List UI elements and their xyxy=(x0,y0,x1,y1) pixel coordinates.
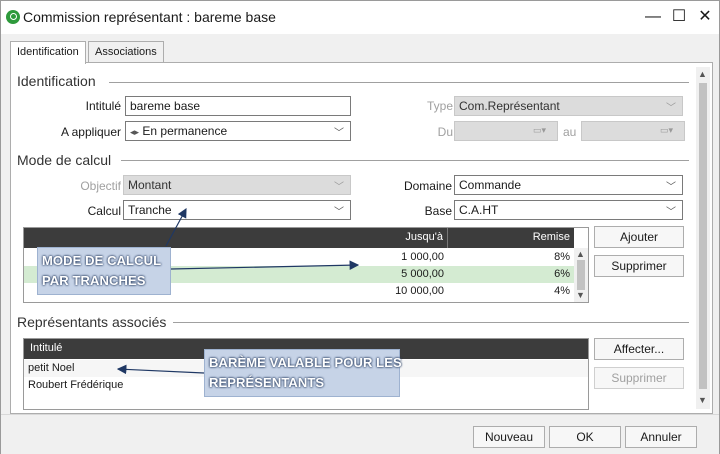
appliquer-label: A appliquer xyxy=(60,125,121,139)
callout-text-line: BARÈME VALABLE POUR LES xyxy=(209,355,402,370)
chevron-down-icon: ﹀ xyxy=(666,103,676,114)
type-value: Com.Représentant xyxy=(459,99,560,113)
minimize-icon[interactable]: — xyxy=(641,5,665,29)
remise-cell: 8% xyxy=(554,251,570,263)
base-value: C.A.HT xyxy=(459,203,499,217)
objectif-value: Montant xyxy=(128,178,172,192)
callout-bareme: BARÈME VALABLE POUR LES REPRÉSENTANTS xyxy=(204,349,402,397)
scroll-up-icon[interactable]: ▲ xyxy=(576,249,585,259)
type-label: Type xyxy=(426,99,453,113)
appliquer-select[interactable]: ◂▸ En permanence ﹀ xyxy=(125,121,351,141)
section-title-mode-calcul: Mode de calcul xyxy=(17,152,112,168)
domaine-select[interactable]: Commande ﹀ xyxy=(454,175,683,195)
tab-identification[interactable]: Identification xyxy=(10,41,86,64)
grid-header: Jusqu'à Remise xyxy=(24,228,574,248)
section-divider xyxy=(121,160,689,161)
au-label: au xyxy=(563,125,577,139)
column-header-jusqua[interactable]: Jusqu'à xyxy=(24,228,448,248)
section-divider xyxy=(109,82,689,83)
intitule-input[interactable]: bareme base xyxy=(125,96,351,116)
objectif-label: Objectif xyxy=(80,179,121,193)
nouveau-button[interactable]: Nouveau xyxy=(473,426,545,448)
scroll-down-icon[interactable]: ▼ xyxy=(698,395,707,405)
callout-text-line: MODE DE CALCUL xyxy=(42,253,162,268)
dialog-footer: Nouveau OK Annuler xyxy=(1,414,719,454)
objectif-select[interactable]: Montant ﹀ xyxy=(123,175,351,195)
column-header-remise[interactable]: Remise xyxy=(448,228,574,248)
app-icon xyxy=(6,10,20,24)
annuler-button[interactable]: Annuler xyxy=(625,426,697,448)
scroll-down-icon[interactable]: ▼ xyxy=(576,290,585,300)
scrollbar-thumb[interactable] xyxy=(699,83,707,389)
affecter-button[interactable]: Affecter... xyxy=(594,338,684,360)
panel-scrollbar[interactable]: ▲ ▼ xyxy=(696,67,710,409)
callout-text-line: REPRÉSENTANTS xyxy=(209,375,325,390)
chevron-down-icon: ﹀ xyxy=(666,182,676,193)
title-bar: Commission représentant : bareme base — … xyxy=(1,1,719,34)
calcul-select[interactable]: Tranche ﹀ xyxy=(123,200,351,220)
calendar-dropdown-icon[interactable]: ▭▾ xyxy=(660,125,678,137)
chevron-down-icon: ﹀ xyxy=(334,182,344,193)
remise-cell: 6% xyxy=(554,268,570,280)
base-label: Base xyxy=(424,204,452,218)
ajouter-button[interactable]: Ajouter xyxy=(594,226,684,248)
scroll-up-icon[interactable]: ▲ xyxy=(698,69,707,79)
chevron-down-icon: ﹀ xyxy=(666,207,676,218)
supprimer-representant-button[interactable]: Supprimer xyxy=(594,367,684,389)
calcul-label: Calcul xyxy=(87,204,121,218)
dialog-window: Commission représentant : bareme base — … xyxy=(0,0,720,454)
scrollbar-thumb[interactable] xyxy=(577,260,585,290)
appliquer-value: En permanence xyxy=(142,124,228,138)
base-select[interactable]: C.A.HT ﹀ xyxy=(454,200,683,220)
callout-text-line: PAR TRANCHES xyxy=(42,273,146,288)
close-icon[interactable]: ✕ xyxy=(693,5,717,29)
domaine-label: Domaine xyxy=(403,179,452,193)
grid-scrollbar[interactable]: ▲ ▼ xyxy=(574,248,588,302)
chevron-down-icon: ﹀ xyxy=(334,128,344,139)
domaine-value: Commande xyxy=(459,178,522,192)
section-divider xyxy=(173,322,689,323)
window-title: Commission représentant : bareme base xyxy=(23,9,276,25)
calcul-value: Tranche xyxy=(128,203,172,217)
remise-cell: 4% xyxy=(554,285,570,297)
au-date-input[interactable]: ▭▾ xyxy=(581,121,685,141)
section-title-representants: Représentants associés xyxy=(17,314,167,330)
chevron-down-icon: ﹀ xyxy=(334,207,344,218)
maximize-icon[interactable]: ☐ xyxy=(667,5,691,29)
supprimer-tranche-button[interactable]: Supprimer xyxy=(594,255,684,277)
callout-mode-calcul: MODE DE CALCUL PAR TRANCHES xyxy=(37,247,171,295)
tab-associations[interactable]: Associations xyxy=(88,41,164,63)
type-select[interactable]: Com.Représentant ﹀ xyxy=(454,96,683,116)
du-date-input[interactable]: ▭▾ xyxy=(454,121,558,141)
intitule-label: Intitulé xyxy=(85,99,121,113)
du-label: Du xyxy=(437,125,453,139)
arrows-left-right-icon: ◂▸ xyxy=(130,127,140,137)
section-title-identification: Identification xyxy=(17,73,96,89)
ok-button[interactable]: OK xyxy=(549,426,621,448)
calendar-dropdown-icon[interactable]: ▭▾ xyxy=(533,125,551,137)
